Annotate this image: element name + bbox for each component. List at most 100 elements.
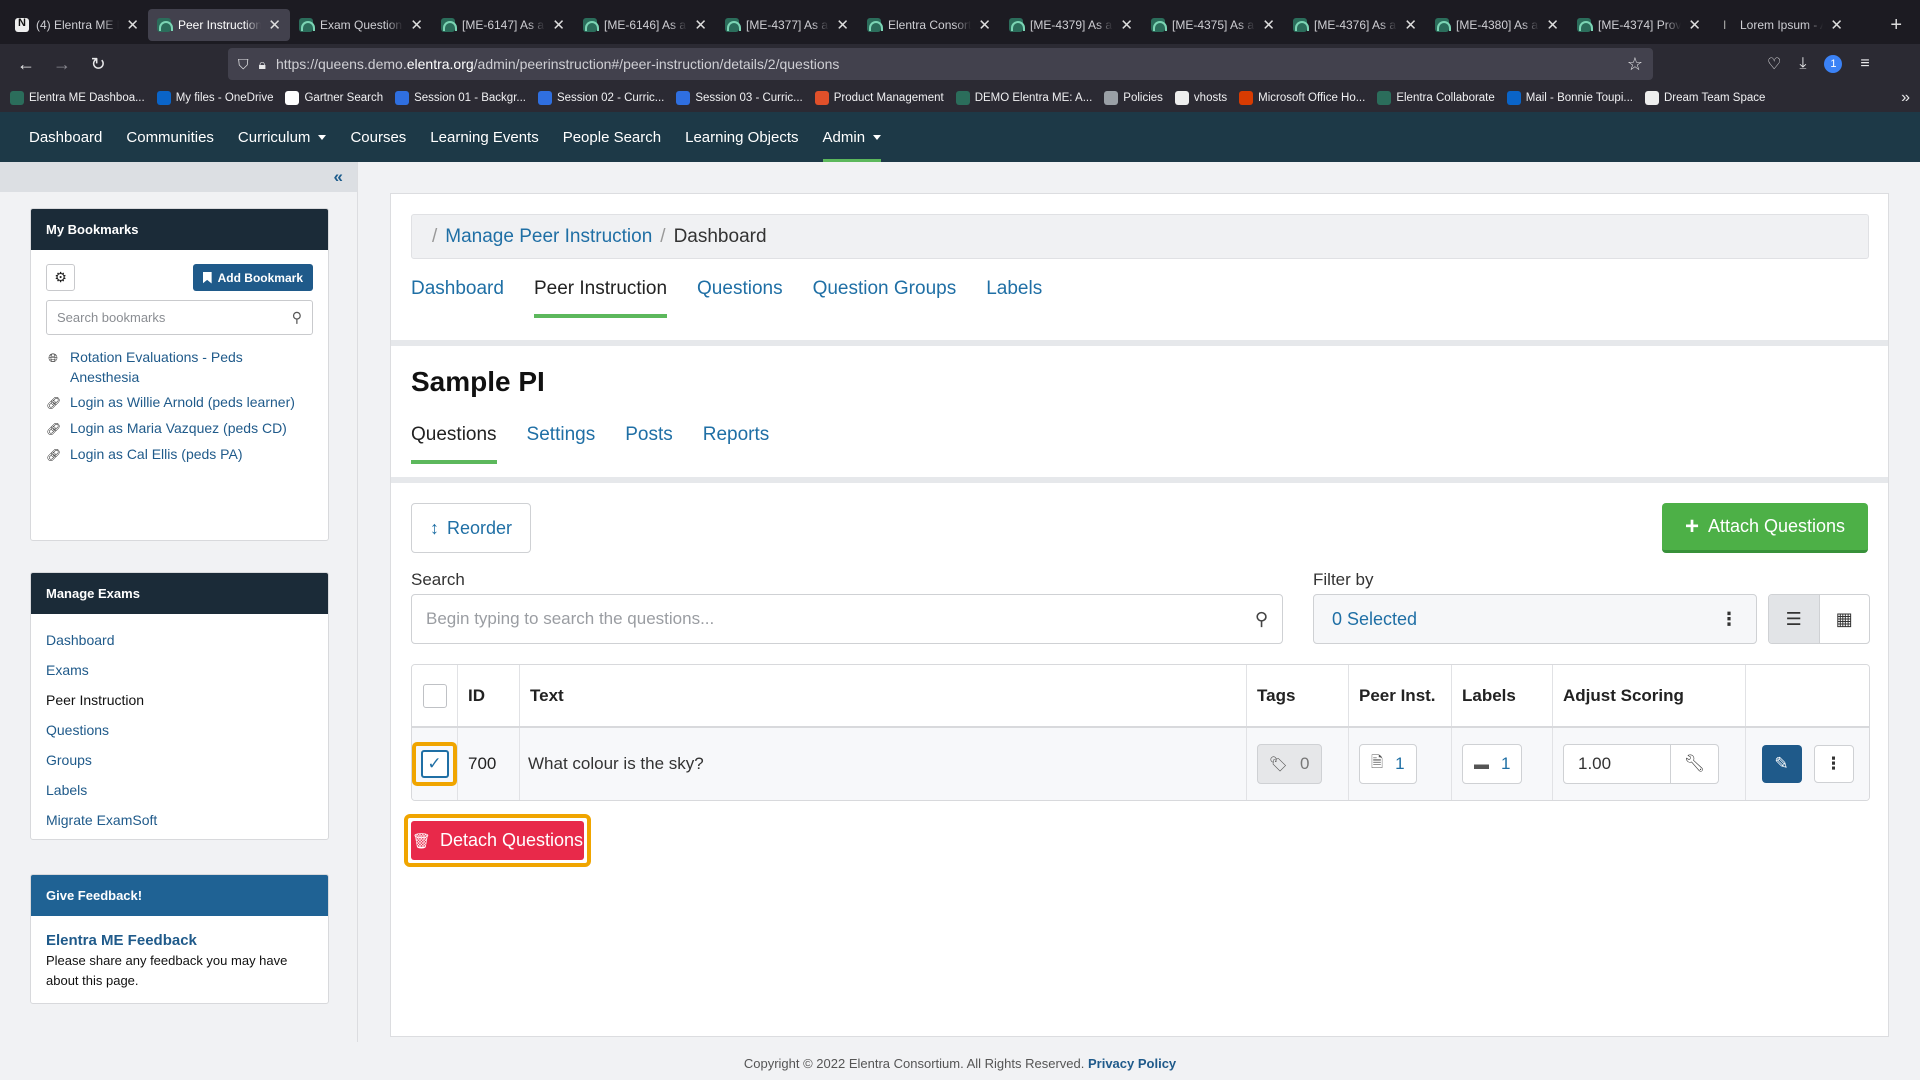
close-icon[interactable]: ✕: [268, 16, 281, 34]
score-input[interactable]: 1.00: [1563, 744, 1671, 784]
tab-dashboard[interactable]: Dashboard: [411, 278, 504, 318]
subtab-settings[interactable]: Settings: [527, 424, 596, 464]
forward-icon[interactable]: →: [46, 48, 78, 80]
url-bar[interactable]: ⛉ 🔒︎ https://queens.demo.elentra.org/adm…: [228, 48, 1653, 80]
bookmark-bar-item[interactable]: Microsoft Office Ho...: [1239, 91, 1365, 105]
privacy-policy-link[interactable]: Privacy Policy: [1088, 1056, 1176, 1071]
nav-item-learning-events[interactable]: Learning Events: [418, 112, 550, 162]
close-icon[interactable]: ✕: [410, 16, 423, 34]
bookmark-bar-item[interactable]: Gartner Search: [285, 91, 383, 105]
browser-tab[interactable]: [ME-6147] As a ✕: [432, 9, 574, 41]
subtab-posts[interactable]: Posts: [625, 424, 673, 464]
tab-question-groups[interactable]: Question Groups: [813, 278, 957, 318]
header-id[interactable]: ID: [458, 665, 520, 726]
close-icon[interactable]: ✕: [1262, 16, 1275, 34]
bookmark-bar-item[interactable]: Session 03 - Curric...: [676, 91, 803, 105]
peer-inst-button[interactable]: 🗎 1: [1359, 744, 1417, 784]
close-icon[interactable]: ✕: [1688, 16, 1701, 34]
tab-questions[interactable]: Questions: [697, 278, 783, 318]
new-tab-button[interactable]: +: [1876, 14, 1916, 37]
nav-item-dashboard[interactable]: Dashboard: [17, 112, 114, 162]
browser-tab[interactable]: [ME-4377] As an ✕: [716, 9, 858, 41]
nav-item-communities[interactable]: Communities: [114, 112, 226, 162]
browser-tab[interactable]: Peer Instruction ✕: [148, 9, 290, 41]
subtab-questions[interactable]: Questions: [411, 424, 497, 464]
bookmark-bar-item[interactable]: DEMO Elentra ME: A...: [955, 91, 1092, 105]
bookmark-bar-item[interactable]: Product Management: [814, 91, 944, 105]
menu-icon[interactable]: ≡: [1860, 55, 1869, 73]
browser-tab[interactable]: [ME-4374] Provi ✕: [1568, 9, 1710, 41]
exams-nav-migrate-examsoft[interactable]: Migrate ExamSoft: [46, 810, 313, 839]
subtab-reports[interactable]: Reports: [703, 424, 770, 464]
wrench-icon[interactable]: 🔧︎: [1671, 744, 1719, 784]
nav-item-people-search[interactable]: People Search: [551, 112, 673, 162]
grid-view-icon[interactable]: ▦: [1820, 595, 1870, 643]
attach-questions-button[interactable]: + Attach Questions: [1662, 503, 1868, 553]
bookmark-item[interactable]: 🌐︎ Rotation Evaluations - Peds Anesthesia: [46, 347, 313, 387]
exams-nav-questions[interactable]: Questions: [46, 720, 313, 750]
close-icon[interactable]: ✕: [1404, 16, 1417, 34]
question-search-input[interactable]: Begin typing to search the questions... …: [411, 594, 1283, 644]
tags-button[interactable]: 🏷︎ 0: [1257, 744, 1322, 784]
bookmark-bar-item[interactable]: Dream Team Space: [1644, 91, 1765, 105]
bookmark-search-input[interactable]: Search bookmarks ⚲: [46, 300, 313, 335]
bookmark-bar-item[interactable]: Session 01 - Backgr...: [395, 91, 526, 105]
download-icon[interactable]: ⤓: [1799, 55, 1806, 73]
browser-tab[interactable]: Elentra Consorti ✕: [858, 9, 1000, 41]
close-icon[interactable]: ✕: [694, 16, 707, 34]
exams-nav-labels[interactable]: Labels: [46, 780, 313, 810]
bookmark-item[interactable]: 🔗︎ Login as Cal Ellis (peds PA): [46, 444, 313, 465]
close-icon[interactable]: ✕: [126, 16, 139, 34]
close-icon[interactable]: ✕: [1120, 16, 1133, 34]
feedback-link[interactable]: Elentra ME Feedback: [46, 931, 313, 951]
nav-item-curriculum[interactable]: Curriculum: [226, 112, 339, 162]
bookmark-settings-button[interactable]: ⚙: [46, 264, 75, 291]
nav-item-courses[interactable]: Courses: [338, 112, 418, 162]
browser-tab[interactable]: (4) Elentra ME R ✕: [6, 9, 148, 41]
close-icon[interactable]: ✕: [1546, 16, 1559, 34]
browser-tab[interactable]: [ME-6146] As a ✕: [574, 9, 716, 41]
exams-nav-peer-instruction[interactable]: Peer Instruction: [46, 690, 313, 720]
filter-select[interactable]: 0 Selected ⋮: [1313, 594, 1757, 644]
nav-item-learning-objects[interactable]: Learning Objects: [673, 112, 810, 162]
nav-item-admin[interactable]: Admin: [811, 112, 894, 162]
pencil-icon[interactable]: ✎: [1761, 745, 1802, 783]
bookmark-bar-item[interactable]: Policies: [1104, 91, 1163, 105]
bookmark-item[interactable]: 🔗︎ Login as Maria Vazquez (peds CD): [46, 418, 313, 439]
bookmark-bar-item[interactable]: vhosts: [1174, 91, 1227, 105]
reorder-button[interactable]: ↕ Reorder: [411, 503, 531, 553]
header-text[interactable]: Text: [520, 665, 1247, 726]
select-all-checkbox[interactable]: [422, 683, 447, 708]
bookmark-bar-item[interactable]: My files - OneDrive: [156, 91, 273, 105]
star-icon[interactable]: ☆: [1627, 54, 1643, 75]
list-view-icon[interactable]: ☰: [1769, 595, 1820, 643]
browser-tab[interactable]: [ME-4380] As an ✕: [1426, 9, 1568, 41]
browser-tab[interactable]: [ME-4375] As a ✕: [1142, 9, 1284, 41]
browser-tab[interactable]: [ME-4379] As a ✕: [1000, 9, 1142, 41]
close-icon[interactable]: ✕: [978, 16, 991, 34]
close-icon[interactable]: ✕: [552, 16, 565, 34]
close-icon[interactable]: ✕: [1830, 16, 1843, 34]
bookmark-bar-item[interactable]: Elentra Collaborate: [1377, 91, 1495, 105]
breadcrumb-manage-peer-instruction[interactable]: Manage Peer Instruction: [445, 226, 652, 248]
back-icon[interactable]: ←: [10, 48, 42, 80]
exams-nav-groups[interactable]: Groups: [46, 750, 313, 780]
exams-nav-dashboard[interactable]: Dashboard: [46, 630, 313, 660]
browser-tab[interactable]: [ME-4376] As an ✕: [1284, 9, 1426, 41]
collapse-sidebar-icon[interactable]: «: [334, 167, 343, 187]
browser-tab[interactable]: Lorem Ipsum - A ✕: [1710, 9, 1852, 41]
pocket-icon[interactable]: ♡: [1767, 54, 1781, 74]
close-icon[interactable]: ✕: [836, 16, 849, 34]
tab-peer-instruction[interactable]: Peer Instruction: [533, 278, 668, 318]
bookmark-bar-item[interactable]: Elentra ME Dashboa...: [10, 91, 145, 105]
bookmark-item[interactable]: 🔗︎ Login as Willie Arnold (peds learner): [46, 392, 313, 413]
row-checkbox[interactable]: ✓: [420, 750, 449, 778]
more-bookmarks-icon[interactable]: »: [1901, 89, 1910, 107]
bookmark-bar-item[interactable]: Session 02 - Curric...: [537, 91, 664, 105]
browser-tab[interactable]: Exam Question I ✕: [290, 9, 432, 41]
reload-icon[interactable]: ↻: [82, 48, 114, 80]
tab-labels[interactable]: Labels: [986, 278, 1042, 318]
more-options-icon[interactable]: ⋮: [1813, 745, 1854, 783]
exams-nav-exams[interactable]: Exams: [46, 660, 313, 690]
detach-questions-button[interactable]: 🗑︎ Detach Questions: [411, 821, 584, 860]
